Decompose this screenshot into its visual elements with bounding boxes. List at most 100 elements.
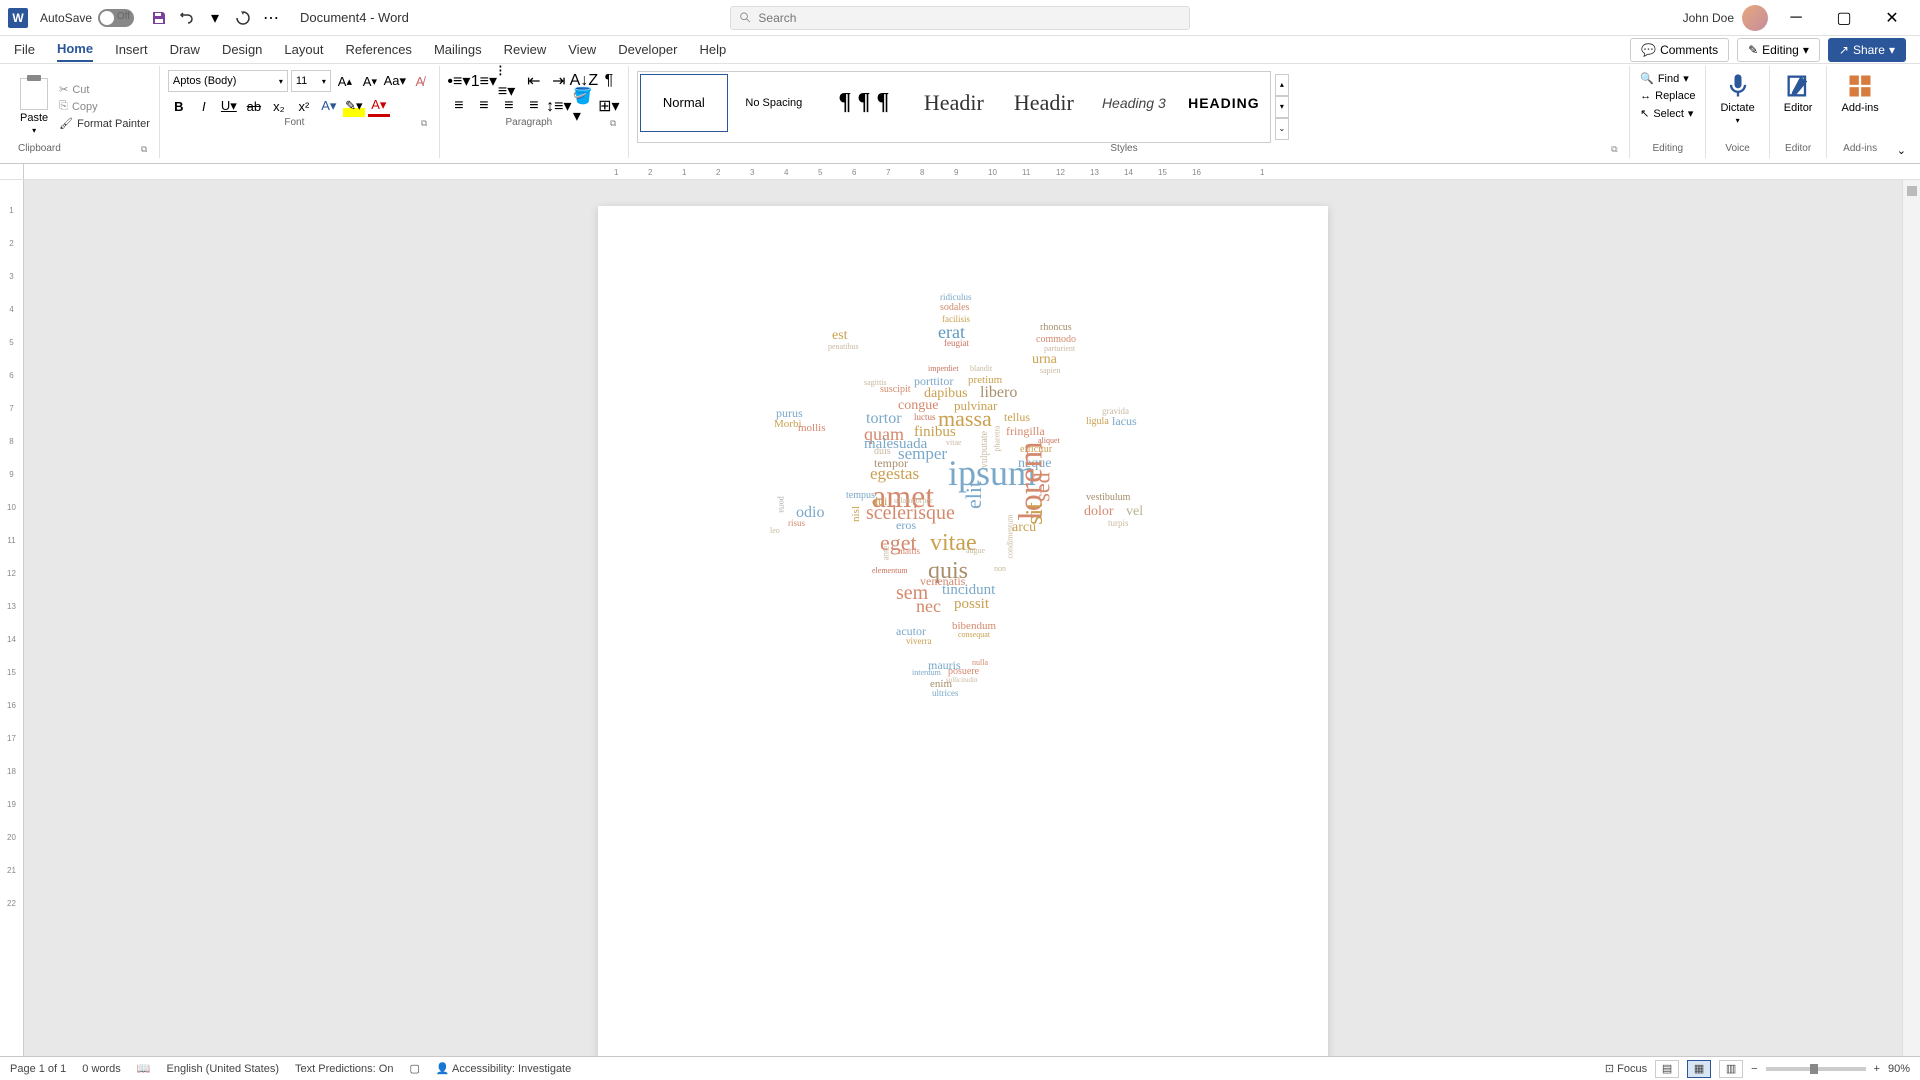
font-dialog-launcher[interactable]: ⧉ [421,118,431,128]
tab-design[interactable]: Design [222,38,262,61]
align-center-button[interactable]: ≡ [473,95,495,117]
redo-icon[interactable] [234,9,252,27]
save-icon[interactable] [150,9,168,27]
document-scroll[interactable]: ridiculussodalesfacilisiseratfeugiatestp… [24,180,1902,1056]
replace-button[interactable]: ↔ Replace [1638,88,1697,104]
close-button[interactable]: ✕ [1872,6,1912,30]
tab-view[interactable]: View [568,38,596,61]
style-heading1[interactable]: ¶ ¶ ¶ [820,74,908,132]
text-effects-button[interactable]: A▾ [318,95,340,117]
avatar[interactable] [1742,5,1768,31]
clear-formatting-button[interactable]: A̸ [409,70,431,92]
shading-button[interactable]: 🪣▾ [573,95,595,117]
tab-home[interactable]: Home [57,37,93,62]
autosave-toggle[interactable]: Off [98,9,134,27]
style-heading2[interactable]: Headir [1000,74,1088,132]
line-spacing-button[interactable]: ↕≡▾ [548,95,570,117]
tab-mailings[interactable]: Mailings [434,38,482,61]
undo-dropdown-icon[interactable]: ▾ [206,9,224,27]
paste-button[interactable]: Paste ▾ [18,76,50,137]
autosave[interactable]: AutoSave Off [40,9,134,27]
numbering-button[interactable]: 1≡▾ [473,70,495,92]
show-marks-button[interactable]: ¶ [598,70,620,92]
read-mode-button[interactable]: ▤ [1655,1060,1679,1078]
share-button[interactable]: ↗ Share ▾ [1828,38,1906,62]
tab-review[interactable]: Review [504,38,547,61]
style-no-spacing[interactable]: No Spacing [730,74,818,132]
italic-button[interactable]: I [193,95,215,117]
borders-button[interactable]: ⊞▾ [598,95,620,117]
status-language[interactable]: English (United States) [167,1063,280,1075]
style-normal[interactable]: Normal [640,74,728,132]
highlight-button[interactable]: ✎▾ [343,95,365,117]
dictate-button[interactable]: Dictate▾ [1714,70,1760,127]
tab-layout[interactable]: Layout [284,38,323,61]
strikethrough-button[interactable]: ab [243,95,265,117]
wordcloud-image[interactable]: ridiculussodalesfacilisiseratfeugiatestp… [748,286,1178,806]
ruler-horizontal[interactable]: 12123456789101112131415161 [24,164,1920,179]
align-left-button[interactable]: ≡ [448,95,470,117]
clipboard-dialog-launcher[interactable]: ⧉ [141,144,151,154]
addins-button[interactable]: Add-ins [1835,70,1884,116]
bold-button[interactable]: B [168,95,190,117]
focus-mode-button[interactable]: ⊡ Focus [1605,1062,1647,1075]
status-page[interactable]: Page 1 of 1 [10,1063,66,1075]
paragraph-dialog-launcher[interactable]: ⧉ [610,118,620,128]
tab-file[interactable]: File [14,38,35,61]
multilevel-list-button[interactable]: ⁝≡▾ [498,70,520,92]
status-accessibility[interactable]: 👤 Accessibility: Investigate [436,1062,571,1075]
tab-draw[interactable]: Draw [170,38,200,61]
increase-indent-button[interactable]: ⇥ [548,70,570,92]
copy-button[interactable]: ⎘ Copy [58,99,151,114]
styles-expand[interactable]: ⌄ [1275,118,1289,140]
status-predictions[interactable]: Text Predictions: On [295,1063,393,1075]
zoom-slider[interactable] [1766,1067,1866,1071]
ruler-vertical[interactable]: 12345678910111213141516171819202122 [0,180,24,1056]
web-layout-button[interactable]: ▥ [1719,1060,1743,1078]
styles-scroll-up[interactable]: ▴ [1275,74,1289,96]
underline-button[interactable]: U▾ [218,95,240,117]
editor-button[interactable]: Editor [1778,70,1819,116]
status-spellcheck-icon[interactable]: 📖 [137,1062,151,1075]
status-words[interactable]: 0 words [82,1063,121,1075]
zoom-out-button[interactable]: − [1751,1063,1757,1075]
qat-customize-icon[interactable]: ⋯ [262,9,280,27]
minimize-button[interactable]: ─ [1776,6,1816,30]
maximize-button[interactable]: ▢ [1824,6,1864,30]
cut-button[interactable]: ✂ Cut [58,82,151,97]
change-case-button[interactable]: Aa▾ [384,70,406,92]
zoom-in-button[interactable]: + [1874,1063,1880,1075]
page[interactable]: ridiculussodalesfacilisiseratfeugiatestp… [598,206,1328,1056]
styles-scroll-down[interactable]: ▾ [1275,96,1289,118]
select-button[interactable]: ↖ Select ▾ [1638,105,1697,122]
subscript-button[interactable]: x₂ [268,95,290,117]
style-heading1b[interactable]: Headir [910,74,998,132]
justify-button[interactable]: ≡ [523,95,545,117]
style-heading4[interactable]: HEADING [1180,74,1268,132]
styles-gallery[interactable]: Normal No Spacing ¶ ¶ ¶ Headir Headir He… [637,71,1271,143]
search-box[interactable] [730,6,1190,30]
tab-help[interactable]: Help [699,38,726,61]
superscript-button[interactable]: x² [293,95,315,117]
format-painter-button[interactable]: 🖌 Format Painter [58,116,151,131]
print-layout-button[interactable]: ▦ [1687,1060,1711,1078]
editing-mode-button[interactable]: ✎ Editing ▾ [1737,38,1820,62]
font-size-combo[interactable]: 11▾ [291,70,331,92]
decrease-indent-button[interactable]: ⇤ [523,70,545,92]
bullets-button[interactable]: •≡▾ [448,70,470,92]
font-name-combo[interactable]: Aptos (Body)▾ [168,70,288,92]
collapse-ribbon-button[interactable]: ⌄ [1893,140,1910,161]
font-color-button[interactable]: A▾ [368,95,390,117]
status-track-icon[interactable]: ▢ [409,1062,419,1075]
vertical-scrollbar[interactable] [1902,180,1920,1056]
styles-dialog-launcher[interactable]: ⧉ [1611,144,1621,154]
align-right-button[interactable]: ≡ [498,95,520,117]
tab-developer[interactable]: Developer [618,38,677,61]
grow-font-button[interactable]: A▴ [334,70,356,92]
zoom-level[interactable]: 90% [1888,1063,1910,1075]
tab-references[interactable]: References [345,38,411,61]
shrink-font-button[interactable]: A▾ [359,70,381,92]
find-button[interactable]: 🔍 Find ▾ [1638,70,1697,87]
undo-icon[interactable] [178,9,196,27]
comments-button[interactable]: 💬 Comments [1630,38,1729,62]
